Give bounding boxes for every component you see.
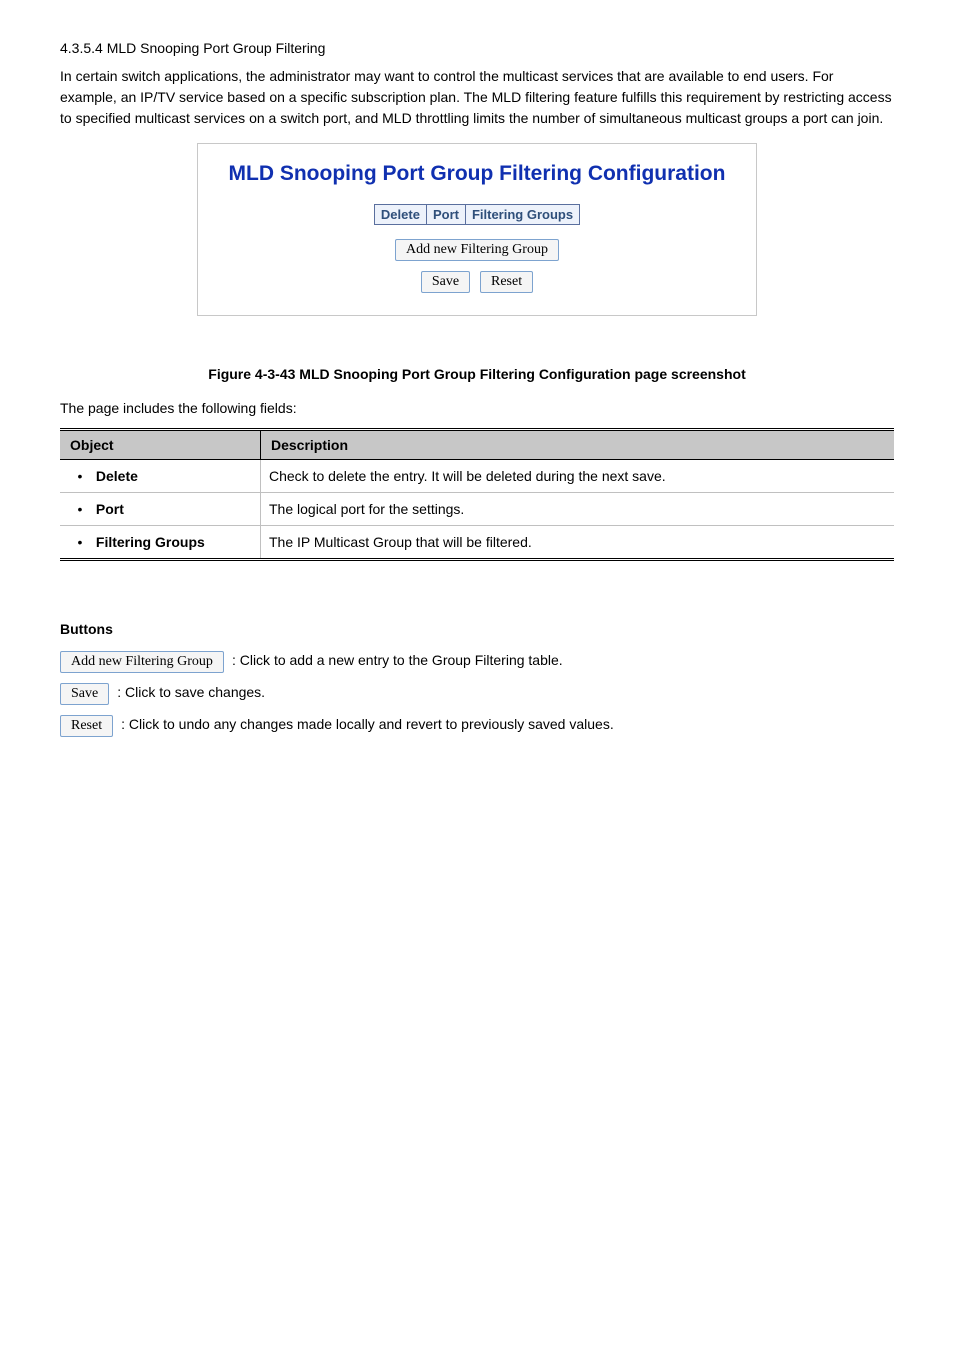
bullet-icon: • [68,468,92,484]
object-name: Port [96,501,124,517]
button-explain-text: : Click to save changes. [117,683,265,700]
reset-button-sample[interactable]: Reset [60,715,113,737]
table-row: • Delete Check to delete the entry. It w… [60,460,894,493]
col-delete: Delete [374,205,426,225]
section-heading: 4.3.5.4 MLD Snooping Port Group Filterin… [60,40,894,56]
bullet-icon: • [68,501,92,517]
header-object: Object [60,430,261,460]
section-number: 4.3.5.4 [60,40,103,56]
intro-paragraph: In certain switch applications, the admi… [60,66,894,129]
description-header-row: Object Description [60,430,894,460]
add-filtering-group-button[interactable]: Add new Filtering Group [395,239,559,261]
object-description: The logical port for the settings. [261,493,895,526]
col-port: Port [426,205,465,225]
reset-button[interactable]: Reset [480,271,533,293]
save-button[interactable]: Save [421,271,470,293]
object-description: Check to delete the entry. It will be de… [261,460,895,493]
bullet-icon: • [68,534,92,550]
header-description: Description [261,430,895,460]
button-explain-row: Reset : Click to undo any changes made l… [60,715,894,737]
section-title: MLD Snooping Port Group Filtering [107,40,326,56]
table-row: • Port The logical port for the settings… [60,493,894,526]
save-button-sample[interactable]: Save [60,683,109,705]
button-explain-row: Save : Click to save changes. [60,683,894,705]
config-table: Delete Port Filtering Groups [374,204,580,225]
add-filtering-group-button-sample[interactable]: Add new Filtering Group [60,651,224,673]
object-description: The IP Multicast Group that will be filt… [261,526,895,560]
description-intro: The page includes the following fields: [60,400,894,416]
table-row: • Filtering Groups The IP Multicast Grou… [60,526,894,560]
buttons-section-title: Buttons [60,621,894,637]
figure-caption-text: Figure 4-3-43 MLD Snooping Port Group Fi… [208,366,745,382]
button-explain-text: : Click to undo any changes made locally… [121,715,614,732]
config-panel: MLD Snooping Port Group Filtering Config… [197,143,757,316]
figure-caption: Figure 4-3-43 MLD Snooping Port Group Fi… [60,366,894,382]
col-filtering-groups: Filtering Groups [465,205,579,225]
description-table: Object Description • Delete Check to del… [60,428,894,561]
button-explain-text: : Click to add a new entry to the Group … [232,651,563,668]
object-name: Delete [96,468,138,484]
panel-heading: MLD Snooping Port Group Filtering Config… [198,162,756,186]
object-name: Filtering Groups [96,534,205,550]
button-explain-row: Add new Filtering Group : Click to add a… [60,651,894,673]
